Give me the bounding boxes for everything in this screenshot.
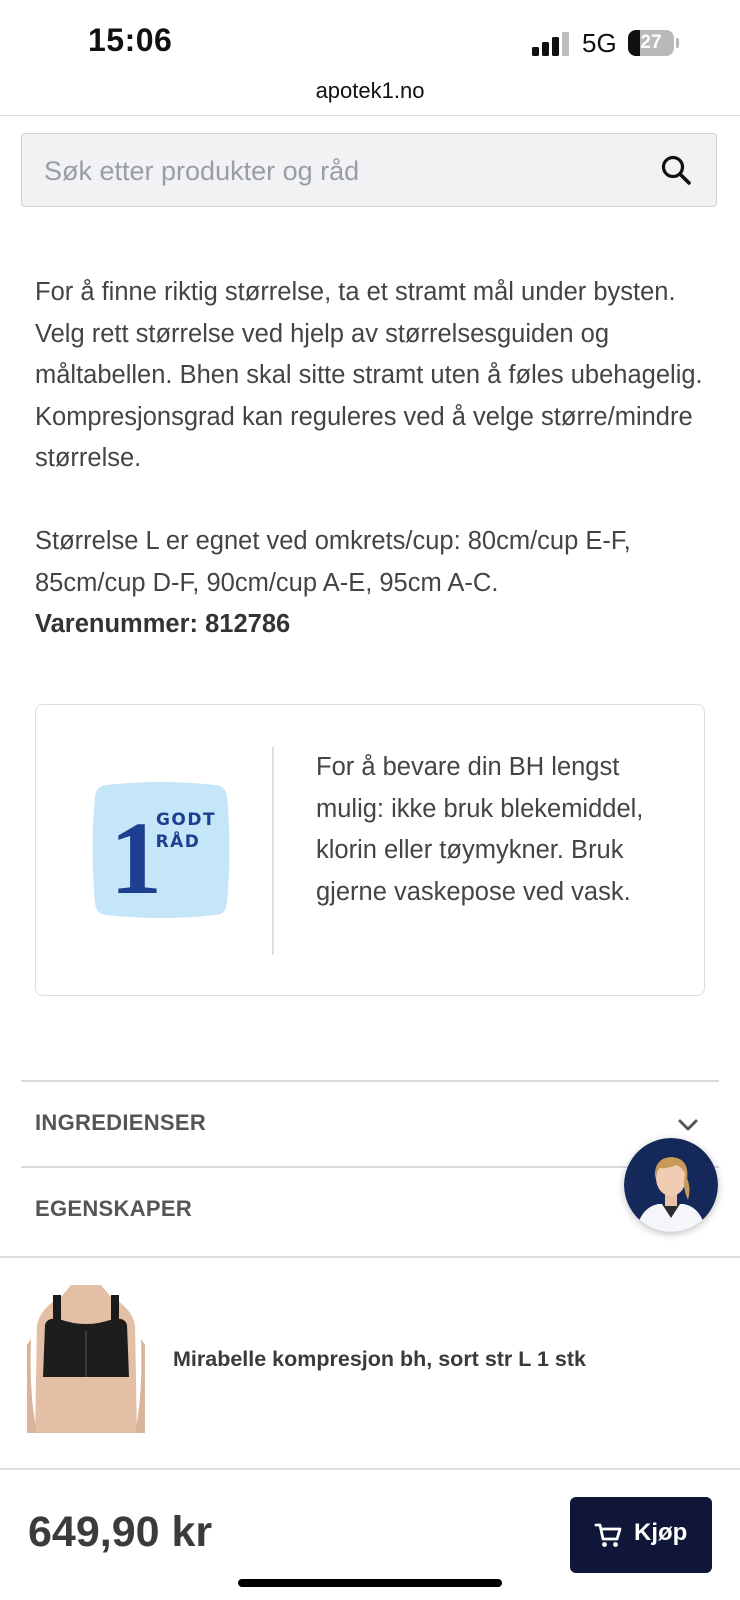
- size-guide-text: For å finne riktig størrelse, ta et stra…: [35, 278, 703, 472]
- buy-button-label: Kjøp: [634, 1519, 688, 1546]
- home-indicator[interactable]: [238, 1579, 502, 1587]
- accordion-label: INGREDIENSER: [35, 1110, 207, 1135]
- chevron-down-icon[interactable]: [675, 1112, 701, 1138]
- size-fit-text: Størrelse L er egnet ved omkrets/cup: 80…: [35, 527, 631, 597]
- tip-text: For å bevare din BH lengst mulig: ikke b…: [316, 753, 644, 906]
- buy-button[interactable]: Kjøp: [570, 1497, 712, 1573]
- product-image[interactable]: [27, 1285, 145, 1433]
- status-bar: 15:06 5G 27 apotek1.no: [0, 0, 740, 103]
- item-number: Varenummer: 812786: [35, 604, 715, 646]
- product-name[interactable]: Mirabelle kompresjon bh, sort str L 1 st…: [173, 1347, 586, 1372]
- item-number-label: Varenummer:: [35, 610, 198, 638]
- item-number-value: 812786: [205, 610, 291, 638]
- pharmacist-avatar-icon: [624, 1138, 718, 1232]
- status-time: 15:06: [88, 22, 173, 58]
- product-description: For å finne riktig størrelse, ta et stra…: [35, 272, 715, 646]
- browser-url[interactable]: apotek1.no: [0, 78, 740, 104]
- section-divider: [0, 1468, 740, 1470]
- product-price: 649,90 kr: [28, 1508, 213, 1556]
- search-icon[interactable]: [660, 154, 692, 186]
- battery-percent: 27: [640, 32, 662, 53]
- badge-text-line1: GODT: [156, 810, 216, 830]
- accordion-label: EGENSKAPER: [35, 1196, 193, 1221]
- search-input[interactable]: [42, 134, 646, 208]
- badge-text-line2: RÅD: [156, 829, 201, 852]
- badge-number: 1: [110, 801, 162, 916]
- signal-icon: [532, 32, 569, 56]
- accordion-properties[interactable]: EGENSKAPER: [21, 1168, 719, 1252]
- good-advice-badge-icon: 1 GODT RÅD: [92, 782, 230, 918]
- network-type: 5G: [582, 28, 617, 58]
- search-bar: [21, 133, 717, 208]
- good-advice-box: 1 GODT RÅD For å bevare din BH lengst mu…: [35, 704, 705, 996]
- tip-divider: [272, 747, 274, 955]
- toolbar-divider: [0, 115, 740, 116]
- chat-assistant-button[interactable]: [624, 1138, 718, 1232]
- cart-icon: [594, 1523, 622, 1547]
- battery-icon: 27: [628, 30, 680, 56]
- section-divider: [0, 1256, 740, 1258]
- accordion-ingredients[interactable]: INGREDIENSER: [21, 1082, 719, 1166]
